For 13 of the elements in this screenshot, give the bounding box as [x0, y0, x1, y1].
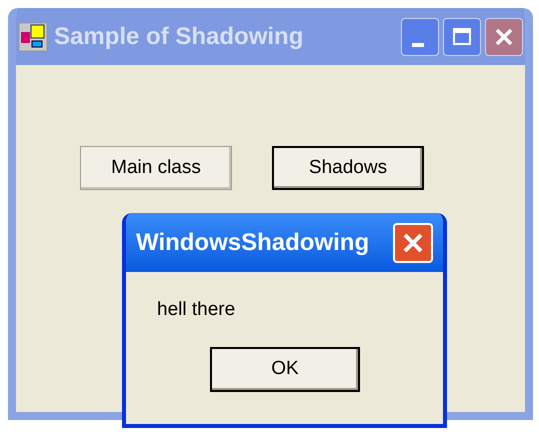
minimize-button[interactable] — [401, 18, 439, 56]
maximize-button[interactable] — [443, 18, 481, 56]
ok-button[interactable]: OK — [210, 346, 360, 392]
form-button[interactable]: Shadows — [272, 146, 424, 190]
maximize-icon — [451, 26, 473, 48]
form-button[interactable]: Main class — [80, 146, 232, 190]
app-icon — [18, 22, 48, 52]
window-title: Sample of Shadowing — [54, 22, 304, 52]
close-button[interactable] — [485, 18, 523, 56]
message-text: hell there — [157, 298, 236, 322]
dialog-title: WindowsShadowing — [136, 228, 370, 258]
minimize-icon — [412, 42, 424, 46]
close-icon — [402, 232, 424, 254]
